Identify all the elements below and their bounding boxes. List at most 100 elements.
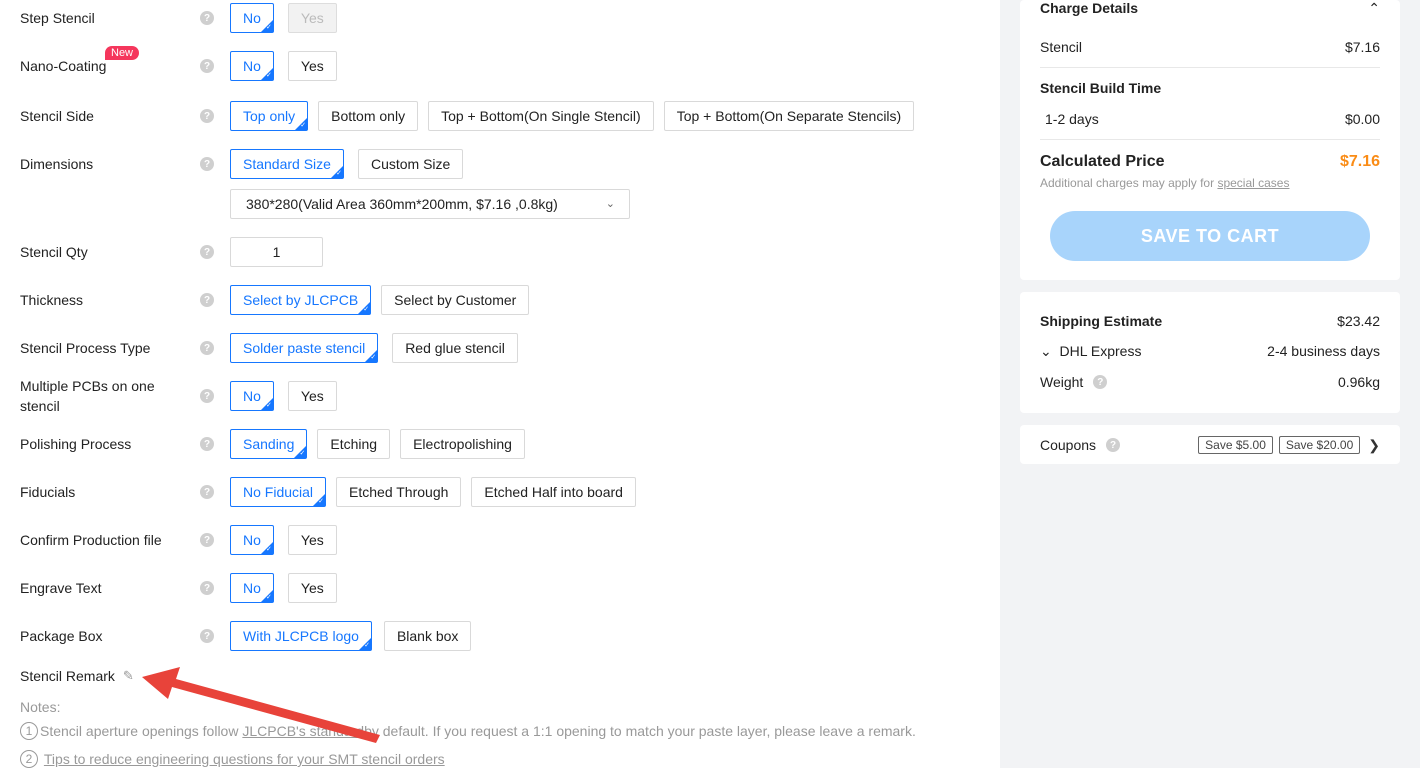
option-select-by-jlcpcb[interactable]: Select by JLCPCB ✓ bbox=[230, 285, 372, 315]
help-icon[interactable]: ? bbox=[200, 533, 214, 547]
options-process-type: Solder paste stencil ✓ Red glue stencil bbox=[230, 333, 518, 363]
qty-input[interactable]: 1 bbox=[230, 237, 323, 267]
charge-details-header[interactable]: Charge Details ⌃ bbox=[1040, 0, 1380, 16]
option-bottom-only[interactable]: Bottom only bbox=[318, 101, 419, 131]
label-polishing: Polishing Process bbox=[20, 436, 132, 452]
annotation-arrow-icon bbox=[142, 667, 380, 743]
help-icon[interactable]: ? bbox=[200, 629, 214, 643]
option-etching[interactable]: Etching bbox=[317, 429, 391, 459]
size-select-value: 380*280(Valid Area 360mm*200mm, $7.16 ,0… bbox=[246, 196, 558, 212]
chevron-up-icon[interactable]: ⌃ bbox=[1368, 0, 1380, 17]
help-icon[interactable]: ? bbox=[200, 581, 214, 595]
option-yes[interactable]: Yes bbox=[287, 573, 337, 603]
special-cases-link[interactable]: special cases bbox=[1217, 176, 1289, 190]
divider bbox=[1040, 139, 1380, 140]
size-select[interactable]: 380*280(Valid Area 360mm*200mm, $7.16 ,0… bbox=[230, 189, 630, 219]
option-yes[interactable]: Yes bbox=[287, 381, 337, 411]
option-yes[interactable]: Yes bbox=[287, 525, 337, 555]
chevron-down-icon: ⌄ bbox=[605, 198, 615, 210]
pencil-icon[interactable]: ✎ bbox=[123, 668, 134, 684]
label-multiple-pcbs: Multiple PCBs on one stencil bbox=[20, 378, 155, 414]
chevron-right-icon[interactable]: ❯ bbox=[1368, 437, 1380, 454]
option-yes[interactable]: Yes bbox=[287, 3, 337, 33]
option-with-logo[interactable]: With JLCPCB logo ✓ bbox=[230, 621, 372, 651]
row-package-box: Package Box ? bbox=[20, 626, 214, 646]
option-blank-box[interactable]: Blank box bbox=[383, 621, 472, 651]
option-no[interactable]: No ✓ bbox=[230, 573, 274, 603]
shipping-estimate-row: Shipping Estimate $23.42 bbox=[1040, 313, 1380, 329]
additional-charges-note: Additional charges may apply for special… bbox=[1040, 176, 1290, 190]
charge-details-card: Charge Details ⌃ Stencil $7.16 Stencil B… bbox=[1020, 0, 1400, 280]
help-icon[interactable]: ? bbox=[1106, 438, 1121, 452]
option-yes[interactable]: Yes bbox=[287, 51, 337, 81]
help-icon[interactable]: ? bbox=[200, 437, 214, 451]
remark-label: Stencil Remark bbox=[20, 668, 115, 684]
option-custom-size[interactable]: Custom Size bbox=[357, 149, 464, 179]
options-thickness: Select by JLCPCB ✓ Select by Customer bbox=[230, 285, 530, 315]
note-number: 2 bbox=[20, 750, 38, 768]
option-no[interactable]: No ✓ bbox=[230, 3, 274, 33]
row-stencil-side: Stencil Side ? bbox=[20, 106, 214, 126]
option-no-fiducial[interactable]: No Fiducial ✓ bbox=[230, 477, 327, 507]
option-top-bottom-single[interactable]: Top + Bottom(On Single Stencil) bbox=[428, 101, 654, 131]
note-number: 1 bbox=[20, 722, 38, 740]
charge-details-title: Charge Details bbox=[1040, 0, 1139, 16]
option-solder-paste[interactable]: Solder paste stencil ✓ bbox=[230, 333, 379, 363]
divider bbox=[1040, 67, 1380, 68]
new-badge: New bbox=[105, 46, 140, 60]
stencil-options-form: Step Stencil ? No ✓ Yes Nano-Coating ? Ne… bbox=[0, 0, 1000, 768]
help-icon[interactable]: ? bbox=[200, 157, 214, 171]
label-confirm-file: Confirm Production file bbox=[20, 532, 162, 548]
label-dimensions: Dimensions bbox=[20, 156, 94, 172]
help-icon[interactable]: ? bbox=[200, 11, 214, 25]
chevron-down-icon[interactable]: ⌄ bbox=[1040, 343, 1052, 359]
option-electropolishing[interactable]: Electropolishing bbox=[400, 429, 525, 459]
options-step-stencil: No ✓ Yes bbox=[230, 3, 337, 33]
help-icon[interactable]: ? bbox=[200, 485, 214, 499]
help-icon[interactable]: ? bbox=[200, 245, 214, 259]
label-stencil-side: Stencil Side bbox=[20, 108, 94, 124]
option-sanding[interactable]: Sanding ✓ bbox=[230, 429, 308, 459]
tips-link[interactable]: Tips to reduce engineering questions for… bbox=[44, 751, 445, 767]
coupon-tag[interactable]: Save $20.00 bbox=[1278, 436, 1361, 454]
options-confirm-file: No ✓ Yes bbox=[230, 525, 337, 555]
help-icon[interactable]: ? bbox=[200, 389, 214, 403]
option-etched-half[interactable]: Etched Half into board bbox=[471, 477, 636, 507]
row-polishing: Polishing Process ? bbox=[20, 434, 214, 454]
option-etched-through[interactable]: Etched Through bbox=[336, 477, 462, 507]
label-step-stencil: Step Stencil bbox=[20, 10, 95, 26]
options-fiducials: No Fiducial ✓ Etched Through Etched Half … bbox=[230, 477, 636, 507]
save-to-cart-button[interactable]: SAVE TO CART bbox=[1050, 211, 1370, 261]
label-process-type: Stencil Process Type bbox=[20, 340, 151, 356]
row-stencil-qty: Stencil Qty ? bbox=[20, 242, 214, 262]
help-icon[interactable]: ? bbox=[200, 341, 214, 355]
coupons-card[interactable]: Coupons? Save $5.00 Save $20.00 ❯ bbox=[1020, 425, 1400, 464]
weight-row: Weight? 0.96kg bbox=[1040, 374, 1380, 390]
option-no[interactable]: No ✓ bbox=[230, 525, 274, 555]
help-icon[interactable]: ? bbox=[200, 59, 214, 73]
row-fiducials: Fiducials ? bbox=[20, 482, 214, 502]
label-stencil-qty: Stencil Qty bbox=[20, 244, 88, 260]
label-thickness: Thickness bbox=[20, 292, 84, 308]
label-package-box: Package Box bbox=[20, 628, 103, 644]
help-icon[interactable]: ? bbox=[200, 109, 214, 123]
coupon-tag[interactable]: Save $5.00 bbox=[1198, 436, 1273, 454]
option-no[interactable]: No ✓ bbox=[230, 381, 274, 411]
options-dimensions: Standard Size ✓ Custom Size bbox=[230, 149, 464, 179]
options-multiple-pcbs: No ✓ Yes bbox=[230, 381, 337, 411]
option-top-bottom-separate[interactable]: Top + Bottom(On Separate Stencils) bbox=[663, 101, 915, 131]
options-engrave-text: No ✓ Yes bbox=[230, 573, 337, 603]
row-multiple-pcbs: Multiple PCBs on one stencil ? bbox=[20, 376, 214, 416]
stencil-charge-row: Stencil $7.16 bbox=[1040, 39, 1380, 55]
option-red-glue[interactable]: Red glue stencil bbox=[392, 333, 518, 363]
option-standard-size[interactable]: Standard Size ✓ bbox=[230, 149, 344, 179]
shipping-method-row[interactable]: ⌄ DHL Express 2-4 business days bbox=[1040, 342, 1380, 360]
help-icon[interactable]: ? bbox=[200, 293, 214, 307]
option-no[interactable]: No ✓ bbox=[230, 51, 274, 81]
row-step-stencil: Step Stencil ? bbox=[20, 8, 214, 28]
options-polishing: Sanding ✓ Etching Electropolishing bbox=[230, 429, 525, 459]
option-select-by-customer[interactable]: Select by Customer bbox=[381, 285, 530, 315]
option-top-only[interactable]: Top only ✓ bbox=[230, 101, 309, 131]
help-icon[interactable]: ? bbox=[1093, 375, 1108, 389]
options-stencil-side: Top only ✓ Bottom only Top + Bottom(On Si… bbox=[230, 101, 915, 131]
